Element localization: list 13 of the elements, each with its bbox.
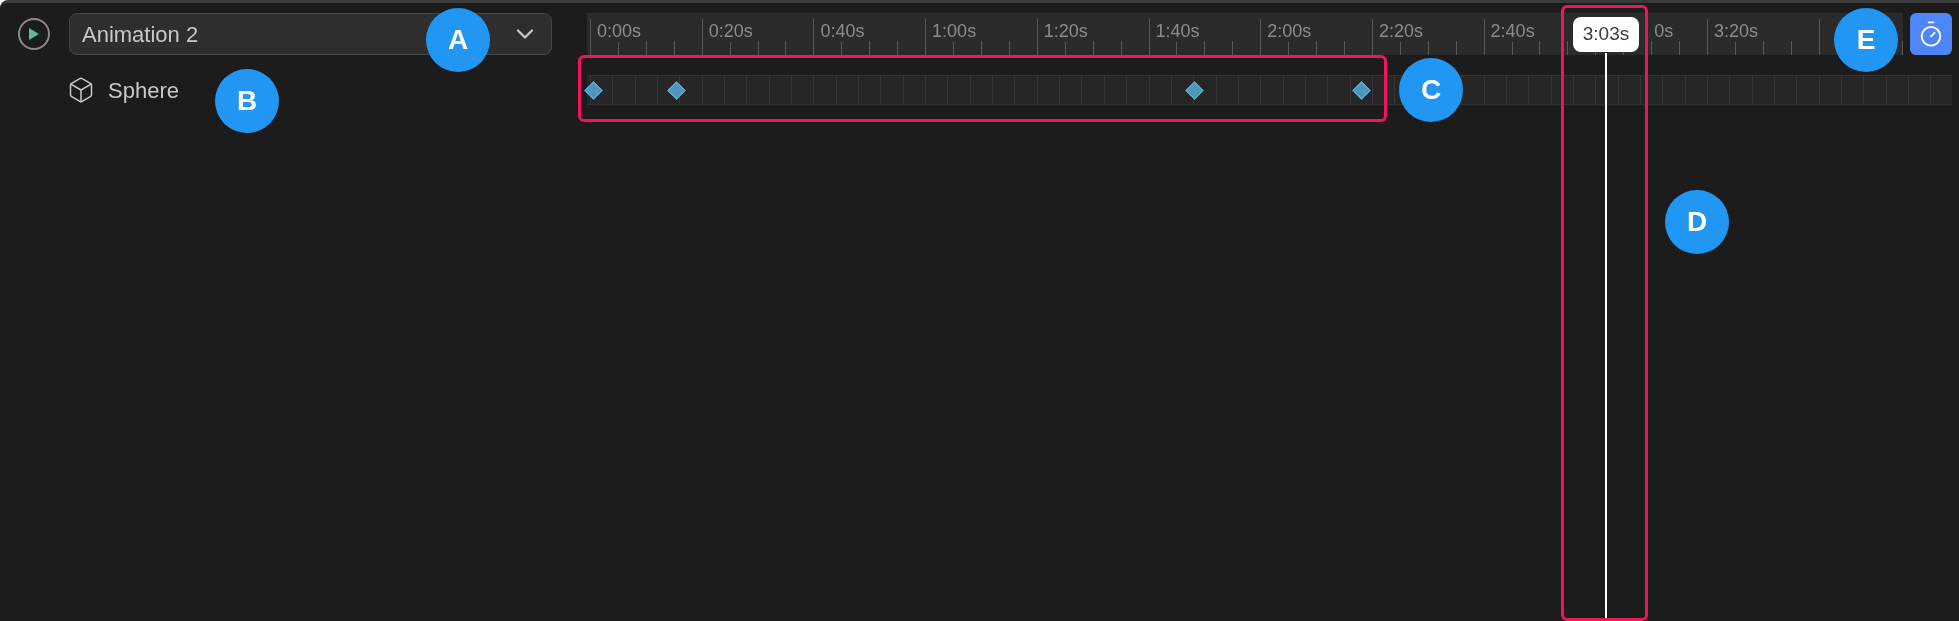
timer-button[interactable] [1910, 13, 1952, 55]
track-name[interactable]: Sphere [108, 73, 179, 107]
playhead-time[interactable]: 3:03s [1572, 17, 1639, 52]
keyframe-track[interactable] [587, 75, 1952, 105]
playhead-line[interactable] [1604, 53, 1607, 621]
callout-marker: D [1665, 190, 1729, 254]
play-button[interactable] [18, 18, 50, 50]
callout-marker: A [426, 8, 490, 72]
play-icon [28, 27, 40, 41]
cube-icon [67, 76, 95, 104]
callout-marker: B [215, 69, 279, 133]
callout-marker: C [1399, 58, 1463, 122]
callout-marker: E [1834, 8, 1898, 72]
